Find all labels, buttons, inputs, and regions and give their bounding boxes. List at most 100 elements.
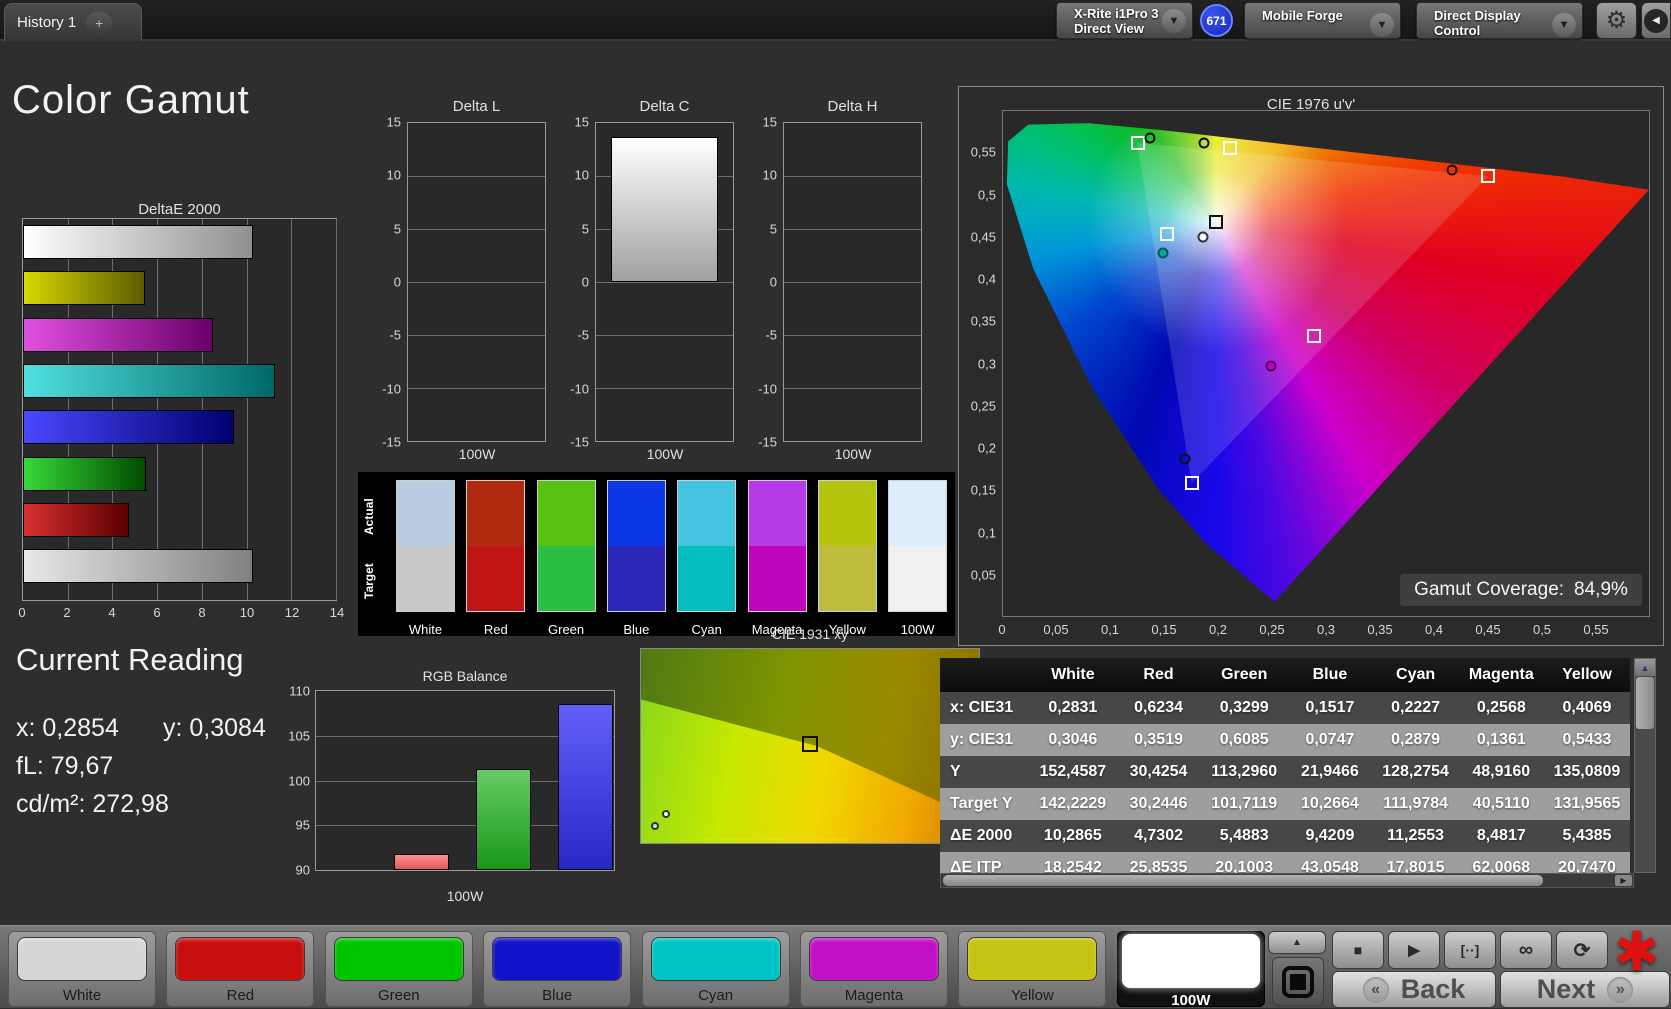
table-cell: 10,2865 <box>1030 827 1116 845</box>
table-cell: 48,9160 <box>1458 763 1544 781</box>
enter-pattern-button[interactable] <box>1272 957 1324 1006</box>
actual-swatch <box>396 480 455 546</box>
table-cell: 135,0809 <box>1544 763 1630 781</box>
marker-magenta-measured <box>1266 360 1277 371</box>
swatch-label: Green <box>537 622 596 637</box>
actual-swatch <box>677 480 736 546</box>
y-tick-label: 100 <box>274 773 310 788</box>
continuous-button[interactable]: ∞ <box>1500 931 1552 969</box>
table-cell: 142,2229 <box>1030 795 1116 813</box>
actual-row-label: Actual <box>362 488 376 546</box>
pattern-button-green[interactable]: Green <box>325 931 473 1007</box>
play-button[interactable]: ▶ <box>1388 931 1440 969</box>
y-tick-label: 0,35 <box>958 314 996 329</box>
y-tick-label: 0 <box>367 275 401 290</box>
scrollbar-thumb[interactable] <box>943 875 1543 886</box>
table-vertical-scrollbar[interactable]: ▲ <box>1634 658 1656 873</box>
deltaL-chart-title: Delta L <box>407 98 546 115</box>
scroll-right-icon[interactable]: ▶ <box>1615 875 1632 886</box>
target-swatch <box>677 546 736 612</box>
add-tab-button[interactable]: + <box>86 12 112 34</box>
x-tick-label: 0,25 <box>1259 622 1284 637</box>
range-button[interactable]: [··] <box>1444 931 1496 969</box>
deltaL-chart <box>407 122 546 442</box>
deltaH-x-label: 100W <box>835 446 872 462</box>
table-cell: 5,4883 <box>1201 827 1287 845</box>
deltae-bar-100w <box>23 549 253 583</box>
table-row[interactable]: ΔE 200010,28654,73025,48839,420911,25538… <box>940 820 1630 852</box>
y-tick-label: 0,3 <box>958 356 996 371</box>
table-header-yellow: Yellow <box>1544 666 1630 684</box>
target-swatch <box>748 546 807 612</box>
display-control-status-bar <box>1421 5 1426 34</box>
table-horizontal-scrollbar[interactable]: ▶ <box>940 873 1634 888</box>
chevron-down-icon: ▼ <box>1162 9 1186 33</box>
pattern-button-label: Blue <box>483 987 631 1004</box>
x-tick-label: 6 <box>153 605 160 620</box>
pattern-button-label: Cyan <box>642 987 790 1004</box>
deltae-bar-white <box>23 225 253 259</box>
pattern-button-label: Magenta <box>800 987 948 1004</box>
row-label: Y <box>940 763 1030 781</box>
y-tick-label: 0,25 <box>958 398 996 413</box>
x-tick-label: 14 <box>330 605 344 620</box>
meter-dropdown[interactable]: X-Rite i1Pro 3Direct View ▼ <box>1056 2 1193 39</box>
stop-measuring-indicator[interactable]: ✱ <box>1614 920 1659 983</box>
chevron-down-icon: ▼ <box>1552 13 1576 37</box>
settings-button[interactable]: ⚙ <box>1596 2 1637 39</box>
back-button[interactable]: «Back <box>1332 971 1496 1008</box>
actual-swatch <box>466 480 525 546</box>
measurement-count-badge[interactable]: 671 <box>1200 4 1233 37</box>
y-tick-label: 0,55 <box>958 145 996 160</box>
pattern-button-white[interactable]: White <box>8 931 156 1007</box>
table-row[interactable]: Y152,458730,4254113,296021,9466128,27544… <box>940 756 1630 788</box>
scrollbar-thumb[interactable] <box>1636 677 1654 729</box>
collapse-panel-button[interactable]: ◀ <box>1641 2 1671 39</box>
table-cell: 101,7119 <box>1201 795 1287 813</box>
table-header-blue: Blue <box>1287 666 1373 684</box>
pattern-button-magenta[interactable]: Magenta <box>800 931 948 1007</box>
stop-button[interactable]: ■ <box>1332 931 1384 969</box>
x-tick-label: 10 <box>240 605 254 620</box>
cie1976-y-axis: 0,550,50,450,40,350,30,250,20,150,10,05 <box>958 110 1000 617</box>
display-control-dropdown[interactable]: Direct Display Control ▼ <box>1416 2 1583 39</box>
deltaH-chart <box>783 122 922 442</box>
 <box>1290 974 1306 990</box>
marker-green-measured <box>1145 132 1156 143</box>
table-cell: 20,1003 <box>1201 859 1287 873</box>
tab-label: History 1 <box>17 14 76 31</box>
marker-red-measured <box>1446 164 1457 175</box>
pattern-button-cyan[interactable]: Cyan <box>642 931 790 1007</box>
marker-green-target <box>1131 136 1145 150</box>
scroll-patterns-up-button[interactable]: ▲ <box>1268 931 1326 954</box>
scroll-up-icon[interactable]: ▲ <box>1635 659 1655 676</box>
table-cell: 0,5433 <box>1544 731 1630 749</box>
table-row[interactable]: ΔE ITP18,254225,853520,100343,054817,801… <box>940 852 1630 873</box>
table-header-green: Green <box>1201 666 1287 684</box>
pattern-button-blue[interactable]: Blue <box>483 931 631 1007</box>
tab-history-1[interactable]: History 1 + <box>4 3 142 41</box>
y-tick-label: 0,45 <box>958 229 996 244</box>
pattern-button-yellow[interactable]: Yellow <box>958 931 1106 1007</box>
table-partial-row-clip: ΔE ITP18,254225,853520,100343,054817,801… <box>940 852 1630 873</box>
pattern-button-100w[interactable]: 100W <box>1117 931 1265 1007</box>
table-row[interactable]: x: CIE310,28310,62340,32990,15170,22270,… <box>940 692 1630 724</box>
table-cell: 30,2446 <box>1116 795 1202 813</box>
table-header-row: WhiteRedGreenBlueCyanMagentaYellow <box>940 658 1630 692</box>
y-tick-label: 0,1 <box>958 525 996 540</box>
y-tick-label: 15 <box>367 115 401 130</box>
y-tick-label: -10 <box>367 381 401 396</box>
pattern-button-label: Green <box>325 987 473 1004</box>
pattern-button-red[interactable]: Red <box>166 931 314 1007</box>
target-row-label: Target <box>362 552 376 610</box>
deltaC-chart <box>595 122 734 442</box>
table-row[interactable]: y: CIE310,30460,35190,60850,07470,28790,… <box>940 724 1630 756</box>
actual-target-swatch-strip: ActualTargetWhiteRedGreenBlueCyanMagenta… <box>358 472 955 636</box>
deltae2000-chart <box>22 218 337 601</box>
table-row[interactable]: Target Y142,222930,2446101,711910,266411… <box>940 788 1630 820</box>
marker-measured-b <box>662 810 670 818</box>
pattern-button-label: 100W <box>1117 992 1265 1009</box>
refresh-button[interactable]: ⟳ <box>1556 931 1608 969</box>
source-dropdown[interactable]: Mobile Forge ▼ <box>1244 2 1401 39</box>
y-tick-label: 15 <box>555 115 589 130</box>
